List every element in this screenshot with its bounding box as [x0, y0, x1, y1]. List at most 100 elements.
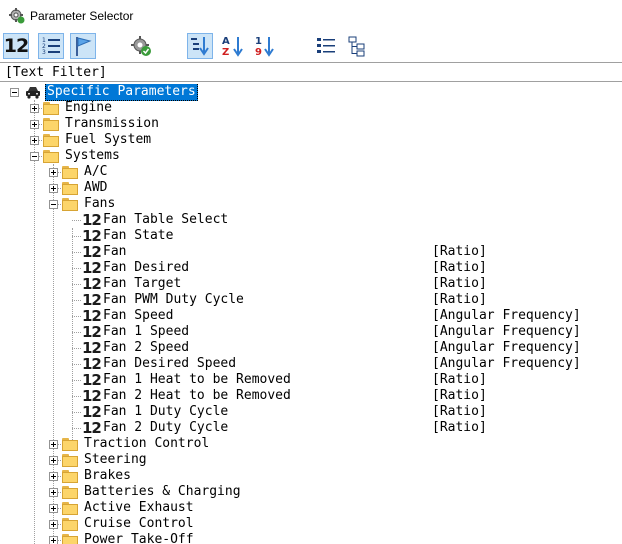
- tree-parameter-item[interactable]: 12 Fan Target [Ratio]: [0, 276, 622, 292]
- expand-all-button[interactable]: [313, 33, 339, 59]
- tree-guide-line: [72, 348, 81, 349]
- expand-all-icon: [317, 38, 335, 53]
- collapse-toggle-icon[interactable]: [10, 88, 19, 97]
- tree-folder[interactable]: Engine: [0, 100, 622, 116]
- tree-item-label: Transmission: [65, 116, 159, 131]
- numeric-12-icon: 12: [82, 211, 102, 229]
- numeric-12-icon: 12: [82, 371, 102, 389]
- tree-guide-line: [72, 252, 81, 253]
- sort-numeric-button[interactable]: 1 9: [252, 33, 278, 59]
- tree-folder[interactable]: Power Take-Off: [0, 532, 622, 544]
- tree-parameter-item[interactable]: 12 Fan Speed [Angular Frequency]: [0, 308, 622, 324]
- numeric-12-icon: 12: [82, 339, 102, 357]
- tree-folder[interactable]: Traction Control: [0, 436, 622, 452]
- tree-folder[interactable]: Fuel System: [0, 132, 622, 148]
- parameter-unit: [Ratio]: [432, 260, 487, 275]
- expand-toggle-icon[interactable]: [30, 120, 39, 129]
- collapse-toggle-icon[interactable]: [49, 200, 58, 209]
- expand-toggle-icon[interactable]: [30, 104, 39, 113]
- tree-parameter-item[interactable]: 12 Fan 2 Heat to be Removed [Ratio]: [0, 388, 622, 404]
- parameter-name: Fan Desired Speed: [103, 356, 237, 371]
- parameter-unit: [Ratio]: [432, 420, 487, 435]
- expand-toggle-icon[interactable]: [49, 440, 58, 449]
- parameter-name: Fan PWM Duty Cycle: [103, 292, 244, 307]
- tree-folder[interactable]: Transmission: [0, 116, 622, 132]
- flag-filter-button[interactable]: [70, 33, 96, 59]
- tree-folder[interactable]: Active Exhaust: [0, 500, 622, 516]
- svg-text:1: 1: [255, 36, 262, 47]
- tree-parameter-item[interactable]: 12 Fan Desired Speed [Angular Frequency]: [0, 356, 622, 372]
- tree-parameter-item[interactable]: 12 Fan State: [0, 228, 622, 244]
- parameter-unit: [Angular Frequency]: [432, 308, 581, 323]
- collapse-toggle-icon[interactable]: [30, 152, 39, 161]
- tree-parameter-item[interactable]: 12 Fan PWM Duty Cycle [Ratio]: [0, 292, 622, 308]
- expand-toggle-icon[interactable]: [49, 536, 58, 544]
- tree-folder[interactable]: Steering: [0, 452, 622, 468]
- text-filter-bar[interactable]: [Text Filter]: [0, 62, 622, 82]
- gear-app-icon: [9, 8, 25, 24]
- sort-tree-button[interactable]: [187, 33, 213, 59]
- sort-alpha-button[interactable]: A Z: [220, 33, 246, 59]
- numeric-12-icon: 12: [82, 355, 102, 373]
- svg-text:A: A: [222, 36, 230, 47]
- title-bar: Parameter Selector: [0, 0, 622, 31]
- numeric-12-icon: 12: [82, 419, 102, 437]
- parameter-unit: [Angular Frequency]: [432, 324, 581, 339]
- settings-button[interactable]: [128, 33, 154, 59]
- parameter-name: Fan Target: [103, 276, 182, 291]
- folder-icon: [62, 182, 78, 195]
- tree-parameter-item[interactable]: 12 Fan Desired [Ratio]: [0, 260, 622, 276]
- numeric-12-icon: 12: [82, 403, 102, 421]
- tree-parameter-item[interactable]: 12 Fan 1 Speed [Angular Frequency]: [0, 324, 622, 340]
- tree-folder-systems[interactable]: Systems: [0, 148, 622, 164]
- parameter-name: Fan Speed: [103, 308, 174, 323]
- expand-toggle-icon[interactable]: [49, 504, 58, 513]
- parameter-name: Fan 2 Heat to be Removed: [103, 388, 291, 403]
- tree-parameter-item[interactable]: 12 Fan 2 Speed [Angular Frequency]: [0, 340, 622, 356]
- tree-folder-fans[interactable]: Fans: [0, 196, 622, 212]
- expand-toggle-icon[interactable]: [49, 488, 58, 497]
- tree-item-label: Brakes: [84, 468, 131, 483]
- tree-parameter-item[interactable]: 12 Fan [Ratio]: [0, 244, 622, 260]
- car-icon: [26, 87, 40, 99]
- parameter-name: Fan: [103, 244, 127, 259]
- tree-root-specific-parameters[interactable]: Specific Parameters: [0, 84, 622, 101]
- tree-folder[interactable]: Cruise Control: [0, 516, 622, 532]
- expand-toggle-icon[interactable]: [30, 136, 39, 145]
- tree-item-label: Active Exhaust: [84, 500, 194, 515]
- tree-folder[interactable]: Batteries & Charging: [0, 484, 622, 500]
- tree-parameter-item[interactable]: 12 Fan Table Select: [0, 212, 622, 228]
- gear-check-icon: [131, 36, 151, 56]
- svg-text:Z: Z: [222, 47, 229, 58]
- tree-item-label: Steering: [84, 452, 147, 467]
- tree-folder-ac[interactable]: A/C: [0, 164, 622, 180]
- window-title: Parameter Selector: [30, 9, 134, 23]
- parameter-name: Fan 2 Speed: [103, 340, 190, 355]
- folder-icon: [62, 454, 78, 467]
- parameter-name: Fan 1 Speed: [103, 324, 190, 339]
- tree-parameter-item[interactable]: 12 Fan 1 Heat to be Removed [Ratio]: [0, 372, 622, 388]
- numeric-view-button[interactable]: 12: [3, 33, 29, 59]
- numbered-list-icon: 1 2 3: [42, 37, 60, 56]
- parameter-name: Fan 1 Duty Cycle: [103, 404, 229, 419]
- list-view-button[interactable]: 1 2 3: [38, 33, 64, 59]
- parameter-unit: [Angular Frequency]: [432, 340, 581, 355]
- expand-toggle-icon[interactable]: [49, 520, 58, 529]
- parameter-name: Fan State: [103, 228, 174, 243]
- tree-parameter-item[interactable]: 12 Fan 1 Duty Cycle [Ratio]: [0, 404, 622, 420]
- text-filter-input[interactable]: [Text Filter]: [5, 64, 107, 81]
- tree-folder[interactable]: Brakes: [0, 468, 622, 484]
- tree-parameter-item[interactable]: 12 Fan 2 Duty Cycle [Ratio]: [0, 420, 622, 436]
- expand-toggle-icon[interactable]: [49, 472, 58, 481]
- expand-toggle-icon[interactable]: [49, 184, 58, 193]
- tree-folder-awd[interactable]: AWD: [0, 180, 622, 196]
- folder-icon: [43, 134, 59, 147]
- expand-toggle-icon[interactable]: [49, 456, 58, 465]
- tree-guide-line: [72, 412, 81, 413]
- expand-toggle-icon[interactable]: [49, 168, 58, 177]
- numeric-12-icon: 12: [82, 243, 102, 261]
- svg-text:9: 9: [255, 47, 262, 58]
- numeric-12-icon: 12: [82, 323, 102, 341]
- collapse-tree-button[interactable]: [345, 33, 371, 59]
- tree-guide-line: [72, 236, 81, 237]
